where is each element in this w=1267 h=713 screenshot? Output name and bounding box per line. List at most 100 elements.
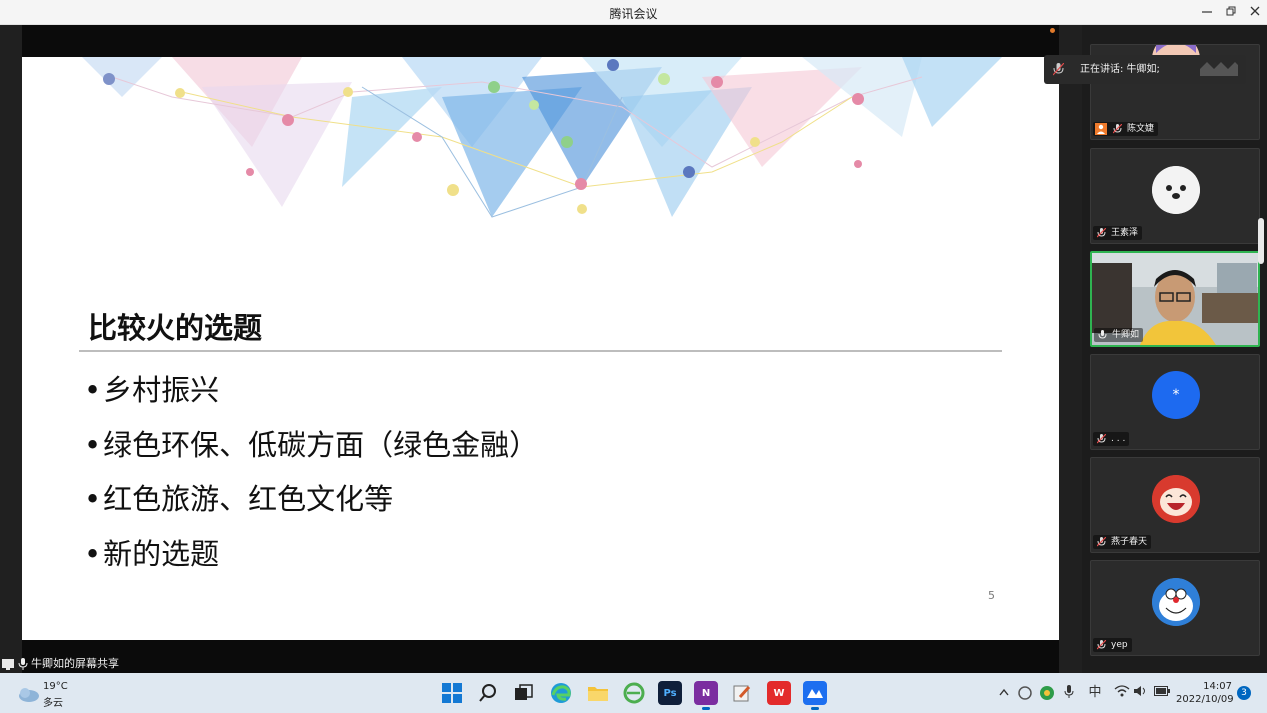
tray-volume-button[interactable] — [1133, 685, 1149, 701]
restore-button[interactable] — [1219, 3, 1243, 21]
participant-name-tag: 王素泽 — [1093, 226, 1143, 240]
green-tray-app-icon — [1040, 686, 1054, 700]
tencent-meeting-icon — [807, 689, 823, 698]
internet-explorer-icon — [623, 682, 645, 704]
slide-title-divider — [79, 350, 1002, 352]
slide-bullet-list: 乡村振兴 绿色环保、低碳方面（绿色金融） 红色旅游、红色文化等 新的选题 — [84, 363, 538, 581]
participant-name-tag: 牛卿如 — [1094, 328, 1144, 342]
slide-page-number: 5 — [988, 589, 995, 602]
slide-bullet: 红色旅游、红色文化等 — [84, 472, 538, 527]
tray-app-button[interactable] — [1038, 685, 1056, 701]
mic-muted-icon — [1097, 537, 1106, 547]
ime-indicator[interactable]: 中 — [1086, 685, 1104, 701]
laughing-cartoon-avatar-icon — [1152, 475, 1200, 523]
paint-icon — [733, 685, 751, 702]
participant-name-tag: 燕子春天 — [1093, 535, 1152, 549]
participant-tile[interactable]: 燕子春天 — [1090, 457, 1260, 553]
window-title: 腾讯会议 — [609, 7, 658, 21]
participant-name-tag: yep — [1093, 638, 1132, 652]
tray-battery-button[interactable] — [1153, 685, 1171, 701]
recording-dot-icon — [1050, 28, 1055, 33]
close-icon — [1250, 6, 1260, 16]
wifi-icon — [1114, 685, 1130, 697]
sidebar-scrollbar[interactable] — [1258, 218, 1264, 264]
mic-muted-icon — [1097, 434, 1106, 444]
participant-name-tag: 陈文婕 — [1093, 122, 1159, 136]
onenote-icon: N — [701, 687, 711, 699]
edge-browser-button[interactable] — [549, 681, 573, 705]
participant-avatar: * — [1152, 371, 1200, 419]
cloudy-weather-icon — [19, 688, 39, 702]
weather-condition: 多云 — [43, 698, 63, 709]
task-view-icon — [515, 684, 533, 700]
microphone-icon — [1064, 685, 1074, 698]
participant-tile[interactable]: yep — [1090, 560, 1260, 656]
slide-bullet: 乡村振兴 — [84, 363, 538, 418]
restore-icon — [1226, 6, 1236, 16]
participant-name-tag: . . . — [1093, 432, 1130, 446]
wps-button[interactable]: W — [767, 681, 791, 705]
speaking-indicator: 正在讲话: 牛卿如; — [1044, 55, 1246, 84]
shared-screen-topbar — [22, 25, 1059, 57]
microphone-icon — [18, 658, 27, 670]
windows-start-icon — [442, 683, 462, 703]
host-icon — [1095, 123, 1107, 135]
windows-taskbar: 19°C 多云 Ps N W 中 14:07 2022/10/09 3 — [0, 673, 1267, 713]
participant-sidebar: 陈文婕 王素泽 牛卿如 * . . . 燕子春天 yep — [1082, 25, 1267, 673]
notification-badge[interactable]: 3 — [1237, 686, 1251, 700]
audio-wave-icon — [1200, 62, 1238, 76]
search-icon — [479, 684, 496, 702]
start-button[interactable] — [440, 681, 464, 705]
presentation-slide: 比较火的选题 乡村振兴 绿色环保、低碳方面（绿色金融） 红色旅游、红色文化等 新… — [22, 57, 1059, 640]
battery-icon — [1154, 686, 1170, 696]
mic-muted-icon — [1113, 124, 1122, 134]
search-button[interactable] — [476, 681, 500, 705]
mic-muted-icon — [1097, 640, 1106, 650]
photoshop-button[interactable]: Ps — [658, 681, 682, 705]
show-hidden-icons-button[interactable] — [997, 685, 1011, 701]
white-dog-avatar-icon — [1152, 166, 1200, 214]
clock-time: 14:07 — [1203, 681, 1232, 692]
participant-tile[interactable]: * . . . — [1090, 354, 1260, 450]
participant-tile-speaking[interactable]: 牛卿如 — [1090, 251, 1260, 347]
slide-decoration-art — [82, 57, 1002, 218]
screen-share-icon — [2, 658, 14, 670]
participant-tile[interactable]: 王素泽 — [1090, 148, 1260, 244]
sync-icon — [1018, 686, 1032, 700]
wps-icon: W — [773, 687, 785, 699]
folder-icon — [588, 687, 608, 701]
minimize-icon — [1202, 11, 1212, 13]
doraemon-avatar-icon — [1152, 578, 1200, 626]
microphone-icon — [1098, 330, 1107, 339]
file-explorer-button[interactable] — [586, 681, 610, 705]
ie-browser-button[interactable] — [622, 681, 646, 705]
weather-widget[interactable]: 19°C 多云 — [14, 680, 104, 709]
mic-muted-icon — [1097, 228, 1106, 238]
weather-temperature: 19°C — [43, 681, 68, 692]
participant-avatar — [1152, 578, 1200, 626]
minimize-button[interactable] — [1195, 3, 1219, 21]
tencent-meeting-button[interactable] — [803, 681, 827, 710]
edge-icon — [551, 683, 571, 703]
slide-bullet: 新的选题 — [84, 527, 538, 582]
clock-date: 2022/10/09 — [1176, 694, 1234, 705]
taskbar-clock[interactable]: 14:07 2022/10/09 — [1176, 680, 1234, 706]
volume-icon — [1134, 686, 1145, 696]
speaking-label: 正在讲话: 牛卿如; — [1080, 64, 1160, 75]
screen-share-label: 牛卿如的屏幕共享 — [0, 655, 260, 673]
shared-screen-stage: 比较火的选题 乡村振兴 绿色环保、低碳方面（绿色金融） 红色旅游、红色文化等 新… — [0, 25, 1082, 673]
close-button[interactable] — [1243, 3, 1267, 21]
tray-sync-button[interactable] — [1016, 685, 1034, 701]
chevron-up-icon — [999, 688, 1009, 696]
paint-button[interactable] — [730, 681, 754, 705]
task-view-button[interactable] — [512, 681, 536, 705]
slide-bullet: 绿色环保、低碳方面（绿色金融） — [84, 418, 538, 473]
tray-microphone-button[interactable] — [1062, 685, 1076, 701]
tray-wifi-button[interactable] — [1113, 685, 1131, 701]
window-titlebar: 腾讯会议 — [0, 0, 1267, 25]
onenote-button[interactable]: N — [694, 681, 718, 710]
participant-avatar — [1152, 475, 1200, 523]
photoshop-icon: Ps — [663, 687, 677, 699]
participant-avatar — [1152, 166, 1200, 214]
mic-muted-icon — [1053, 63, 1064, 76]
